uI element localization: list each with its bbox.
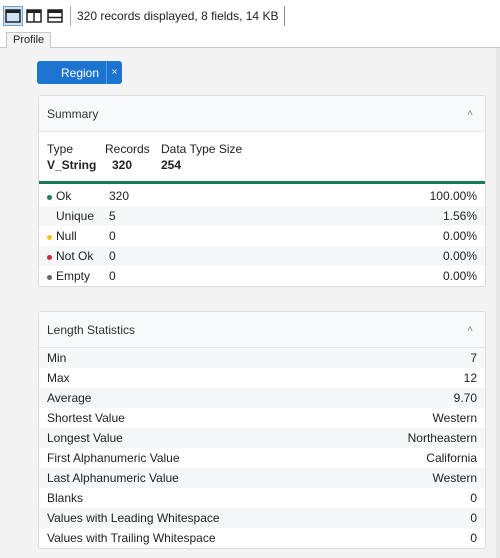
stat-row-leading-whitespace: Values with Leading Whitespace 0 [39,508,485,528]
chevron-up-icon[interactable]: ˄ [467,324,473,335]
toolbar-divider [70,5,71,26]
records-label: Records [105,142,150,156]
tab-bar: Profile [0,31,500,49]
status-dot-icon [47,215,52,220]
stat-row-first-alphanumeric: First Alphanumeric Value California [47,451,477,465]
records-status: 320 records displayed, 8 fields, 14 KB [77,5,286,26]
status-dot-icon [47,275,52,280]
summary-grid: Type V_String Records 320 Data Type Size… [39,132,485,184]
status-dot-icon [47,195,52,200]
stat-row-shortest-value: Shortest Value Western [47,411,477,425]
summary-rows: Ok 320 100.00% Unique 5 1.56% Null 0 0.0… [39,186,485,286]
records-value: 320 [112,158,133,172]
summary-row-null: Null 0 0.00% [39,226,485,246]
stat-row-blanks: Blanks 0 [47,491,477,505]
tab-profile[interactable]: Profile [6,32,52,49]
length-statistics-panel: Length Statistics ˄ Min 7 Max 12 Average 9.… [38,311,486,549]
horizontal-split-layout-icon[interactable] [46,7,64,25]
length-statistics-title: Length Statistics [47,322,136,337]
chevron-up-icon[interactable]: ˄ [467,108,473,119]
summary-row-empty: Empty 0 0.00% [39,266,485,286]
stat-row-last-alphanumeric: Last Alphanumeric Value Western [39,468,485,488]
type-label: Type [47,142,74,156]
status-dot-icon [47,255,52,260]
stat-row-min: Min 7 [39,348,485,368]
vertical-split-layout-icon[interactable] [25,7,43,25]
type-value: V_String [47,158,97,172]
close-icon[interactable]: × [106,61,122,84]
toolbar: 320 records displayed, 8 fields, 14 KB [0,0,500,31]
stat-row-max: Max 12 [47,371,477,385]
stat-row-trailing-whitespace: Values with Trailing Whitespace 0 [47,531,477,545]
status-dot-icon [47,235,52,240]
summary-panel: Summary ˄ Type V_String Records 320 Data… [38,95,486,287]
summary-row-unique: Unique 5 1.56% [39,206,485,226]
single-pane-layout-icon[interactable] [3,5,23,26]
summary-row-ok: Ok 320 100.00% [39,186,485,206]
data-type-size-value: 254 [161,158,182,172]
length-statistics-rows: Min 7 Max 12 Average 9.70 Shortest Value Wes… [39,348,485,548]
profile-content: Region × Summary ˄ Type V_String Records… [0,48,500,558]
length-statistics-header[interactable]: Length Statistics ˄ [39,312,485,348]
summary-header[interactable]: Summary ˄ [39,96,485,132]
field-chip-region[interactable]: Region × [37,61,122,84]
vertical-scrollbar[interactable] [496,48,500,558]
summary-row-not-ok: Not Ok 0 0.00% [39,246,485,266]
data-type-size-label: Data Type Size [161,142,243,156]
stat-row-longest-value: Longest Value Northeastern [39,428,485,448]
summary-title: Summary [47,106,99,121]
field-chip-label: Region [61,65,100,80]
stat-row-average: Average 9.70 [39,388,485,408]
